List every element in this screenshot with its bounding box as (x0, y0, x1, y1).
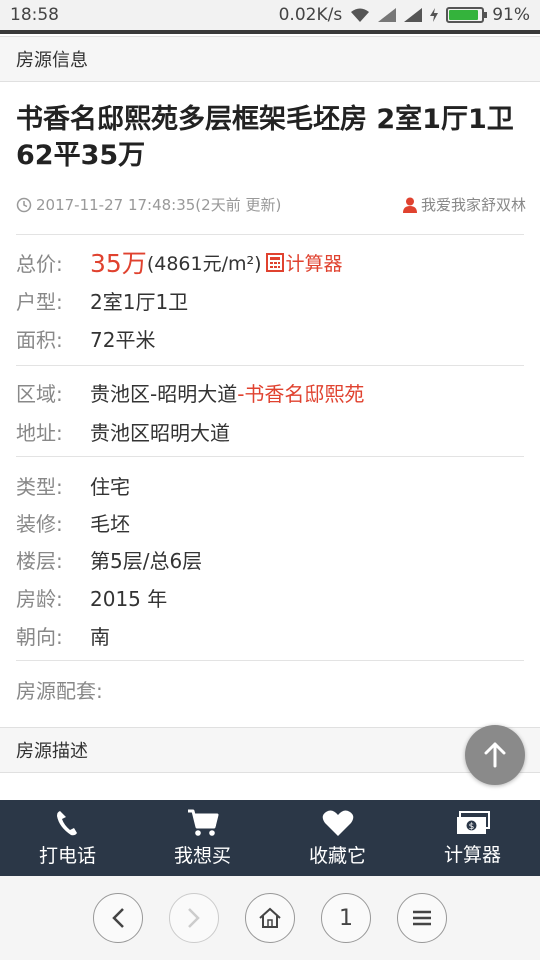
facilities-label: 房源配套: (16, 679, 103, 703)
layout-value: 2室1厅1卫 (90, 290, 189, 314)
tabs-count: 1 (339, 905, 353, 931)
chevron-left-icon (112, 908, 124, 928)
wifi-icon (351, 8, 370, 22)
signal-icon-2 (404, 8, 423, 22)
svg-text:$: $ (468, 822, 474, 832)
section-header-info: 房源信息 (0, 36, 540, 82)
listing-timestamp: 2017-11-27 17:48:35(2天前 更新) (36, 196, 282, 214)
decoration-value: 毛坯 (90, 512, 130, 536)
clock-icon (16, 197, 32, 212)
call-button-label: 打电话 (38, 844, 96, 867)
facilities-row: 房源配套: (16, 675, 103, 704)
decoration-row: 装修: 毛坯 (16, 508, 130, 537)
orientation-row: 朝向: 南 (16, 621, 110, 650)
phone-icon (56, 810, 77, 835)
age-label: 房龄: (16, 587, 63, 611)
home-icon (259, 907, 281, 928)
calculator-icon (265, 252, 284, 272)
poster-link[interactable]: 我爱我家舒双林 (402, 194, 526, 215)
cart-icon (187, 809, 218, 836)
browser-menu-button[interactable] (397, 893, 447, 943)
floor-label: 楼层: (16, 549, 63, 573)
orientation-value: 南 (90, 625, 110, 649)
address-row: 地址: 贵池区昭明大道 (16, 417, 230, 446)
layout-row: 户型: 2室1厅1卫 (16, 286, 188, 315)
floor-value: 第5层/总6层 (90, 549, 203, 573)
area-value: 72平米 (90, 328, 156, 352)
menu-icon (413, 910, 431, 926)
district-row: 区域: 贵池区-昭明大道 -书香名邸熙苑 (16, 378, 364, 407)
district-label: 区域: (16, 382, 63, 406)
type-value: 住宅 (90, 475, 130, 499)
status-time: 18:58 (10, 5, 59, 25)
want-buy-button[interactable]: 我想买 (135, 800, 270, 876)
arrow-up-icon (484, 742, 506, 768)
community-link[interactable]: -书香名邸熙苑 (237, 378, 364, 407)
charging-icon (430, 8, 439, 22)
bottom-action-bar: 打电话 我想买 收藏它 $ 计算器 (0, 800, 540, 876)
price-row: 总价: 35万 (4861元/m²) 计算器 (16, 244, 343, 280)
browser-back-button[interactable] (93, 893, 143, 943)
age-value: 2015 年 (90, 587, 168, 611)
browser-home-button[interactable] (245, 893, 295, 943)
favorite-button-label: 收藏它 (308, 844, 366, 867)
section-header-info-label: 房源信息 (16, 50, 88, 71)
want-buy-button-label: 我想买 (173, 844, 231, 867)
area-row: 面积: 72平米 (16, 324, 155, 353)
calculator-button-label: 计算器 (443, 843, 501, 866)
listing-meta: 2017-11-27 17:48:35(2天前 更新) 我爱我家舒双林 (16, 194, 526, 215)
call-button[interactable]: 打电话 (0, 800, 135, 876)
type-row: 类型: 住宅 (16, 471, 130, 500)
battery-percent: 91% (492, 5, 530, 25)
area-label: 面积: (16, 328, 63, 352)
type-label: 类型: (16, 475, 63, 499)
address-value: 贵池区昭明大道 (90, 421, 230, 445)
listing-title: 书香名邸熙苑多层框架毛坯房 2室1厅1卫 62平35万 (16, 104, 514, 171)
favorite-button[interactable]: 收藏它 (270, 800, 405, 876)
signal-icon (378, 8, 397, 22)
poster-name: 我爱我家舒双林 (420, 196, 526, 214)
chevron-right-icon (188, 908, 200, 928)
battery-icon (446, 7, 488, 23)
price-value: 35万 (90, 249, 147, 278)
calculator-link-label: 计算器 (285, 252, 343, 275)
network-speed: 0.02K/s (278, 5, 343, 25)
layout-label: 户型: (16, 290, 63, 314)
back-to-top-button[interactable] (465, 725, 525, 785)
section-header-description-label: 房源描述 (16, 741, 88, 762)
address-label: 地址: (16, 421, 63, 445)
section-header-description: 房源描述 (0, 727, 540, 773)
age-row: 房龄: 2015 年 (16, 583, 167, 612)
price-label: 总价: (16, 251, 63, 276)
floor-row: 楼层: 第5层/总6层 (16, 545, 202, 574)
divider (16, 660, 524, 661)
divider (16, 456, 524, 457)
price-per-sqm: (4861元/m²) (146, 252, 262, 275)
status-bar: 18:58 0.02K/s 91% (0, 0, 540, 34)
district-value: 贵池区-昭明大道 (90, 382, 238, 406)
decoration-label: 装修: (16, 512, 63, 536)
heart-icon (322, 810, 353, 836)
divider (16, 234, 524, 235)
calculator-link[interactable]: 计算器 (265, 249, 343, 276)
user-icon (402, 197, 417, 213)
browser-tabs-button[interactable]: 1 (321, 893, 371, 943)
money-icon: $ (456, 810, 490, 834)
browser-forward-button[interactable] (169, 893, 219, 943)
browser-toolbar: 1 (0, 876, 540, 960)
orientation-label: 朝向: (16, 625, 63, 649)
calculator-button[interactable]: $ 计算器 (405, 800, 540, 876)
divider (16, 365, 524, 366)
